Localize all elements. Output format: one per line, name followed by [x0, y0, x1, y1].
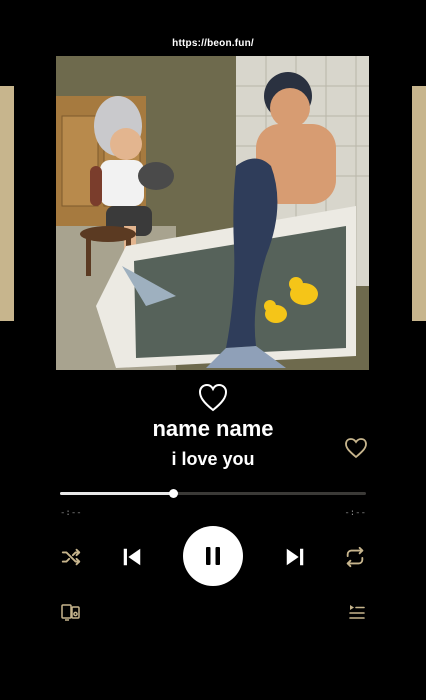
right-accent-bar	[412, 86, 426, 321]
skip-next-icon[interactable]	[281, 543, 309, 571]
repeat-icon[interactable]	[342, 544, 368, 570]
heart-icon[interactable]	[197, 382, 229, 414]
pause-icon	[206, 547, 220, 565]
progress-fill	[60, 492, 174, 495]
devices-icon[interactable]	[60, 602, 82, 622]
queue-icon[interactable]	[346, 602, 368, 622]
source-url: https://beon.fun/	[172, 38, 254, 49]
favorite-heart-icon[interactable]	[344, 436, 368, 460]
pause-button[interactable]	[183, 526, 243, 586]
left-accent-bar	[0, 86, 14, 321]
progress-knob[interactable]	[169, 489, 179, 498]
skip-previous-icon[interactable]	[118, 543, 146, 571]
remaining-time: -:--	[344, 508, 366, 518]
album-artwork	[56, 56, 369, 370]
elapsed-time: -:--	[60, 508, 82, 518]
shuffle-icon[interactable]	[58, 544, 84, 570]
progress-bar[interactable]	[60, 489, 366, 498]
